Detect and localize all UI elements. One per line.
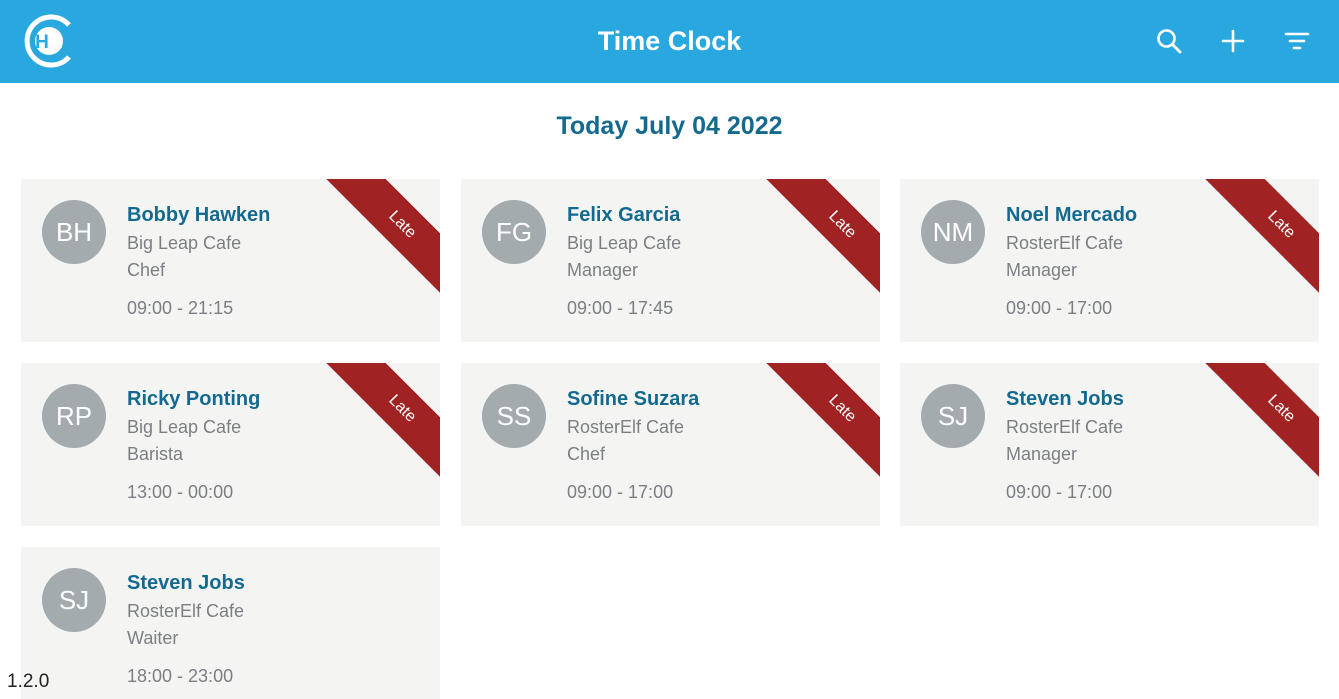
late-ribbon: Late [1195, 179, 1319, 311]
avatar: SJ [42, 568, 106, 632]
late-ribbon: Late [756, 179, 880, 311]
employee-role: Manager [567, 260, 639, 280]
avatar: SJ [921, 384, 985, 448]
avatar: BH [42, 200, 106, 264]
shift-time: 09:00 - 17:00 [1006, 298, 1113, 318]
employee-role: Chef [567, 444, 606, 464]
svg-text:H: H [35, 32, 49, 53]
employee-location: Big Leap Cafe [127, 233, 242, 253]
plus-icon [1221, 29, 1245, 53]
filter-icon [1284, 32, 1310, 50]
shift-time: 09:00 - 17:00 [567, 482, 674, 502]
svg-text:R: R [53, 36, 62, 51]
employee-role: Manager [1006, 260, 1078, 280]
late-ribbon: Late [756, 363, 880, 495]
employee-name: Steven Jobs [127, 572, 245, 594]
shift-time: 18:00 - 23:00 [127, 666, 234, 686]
shift-time: 13:00 - 00:00 [127, 482, 234, 502]
avatar: NM [921, 200, 985, 264]
employee-role: Manager [1006, 444, 1078, 464]
employee-card[interactable]: NM Noel Mercado RosterElf Cafe Manager 0… [900, 179, 1319, 342]
employee-card[interactable]: SJ Steven Jobs RosterElf Cafe Waiter 18:… [21, 547, 440, 699]
employee-name: Bobby Hawken [127, 204, 271, 226]
avatar: RP [42, 384, 106, 448]
employee-name: Ricky Ponting [127, 388, 261, 410]
version-label: 1.2.0 [7, 671, 50, 692]
late-ribbon: Late [1195, 363, 1319, 495]
shift-time: 09:00 - 21:15 [127, 298, 234, 318]
date-heading: Today July 04 2022 [556, 112, 783, 140]
employee-location: RosterElf Cafe [1006, 233, 1124, 253]
late-ribbon: Late [316, 179, 440, 311]
shift-time: 09:00 - 17:00 [1006, 482, 1113, 502]
employee-location: Big Leap Cafe [567, 233, 682, 253]
employee-name: Steven Jobs [1006, 388, 1124, 410]
employee-name: Felix Garcia [567, 204, 681, 226]
employee-location: RosterElf Cafe [1006, 417, 1124, 437]
employee-name: Noel Mercado [1006, 204, 1138, 226]
filter-button[interactable] [1279, 23, 1315, 59]
employee-location: RosterElf Cafe [567, 417, 685, 437]
late-ribbon: Late [316, 363, 440, 495]
employee-role: Chef [127, 260, 166, 280]
employee-location: Big Leap Cafe [127, 417, 242, 437]
hr-logo[interactable]: H R [22, 13, 76, 69]
avatar: FG [482, 200, 546, 264]
employee-card[interactable]: BH Bobby Hawken Big Leap Cafe Chef 09:00… [21, 179, 440, 342]
employee-card[interactable]: RP Ricky Ponting Big Leap Cafe Barista 1… [21, 363, 440, 526]
app-bar: H R Time Clock [0, 0, 1339, 83]
employee-card[interactable]: FG Felix Garcia Big Leap Cafe Manager 09… [461, 179, 880, 342]
employee-card[interactable]: SJ Steven Jobs RosterElf Cafe Manager 09… [900, 363, 1319, 526]
add-button[interactable] [1215, 23, 1251, 59]
search-icon [1157, 29, 1182, 54]
employee-role: Barista [127, 444, 184, 464]
employee-name: Sofine Suzara [567, 388, 700, 410]
search-button[interactable] [1151, 23, 1187, 59]
employee-card[interactable]: SS Sofine Suzara RosterElf Cafe Chef 09:… [461, 363, 880, 526]
employee-location: RosterElf Cafe [127, 601, 245, 621]
shift-time: 09:00 - 17:45 [567, 298, 674, 318]
page-title: Time Clock [597, 26, 742, 56]
avatar: SS [482, 384, 546, 448]
employee-role: Waiter [127, 628, 179, 648]
